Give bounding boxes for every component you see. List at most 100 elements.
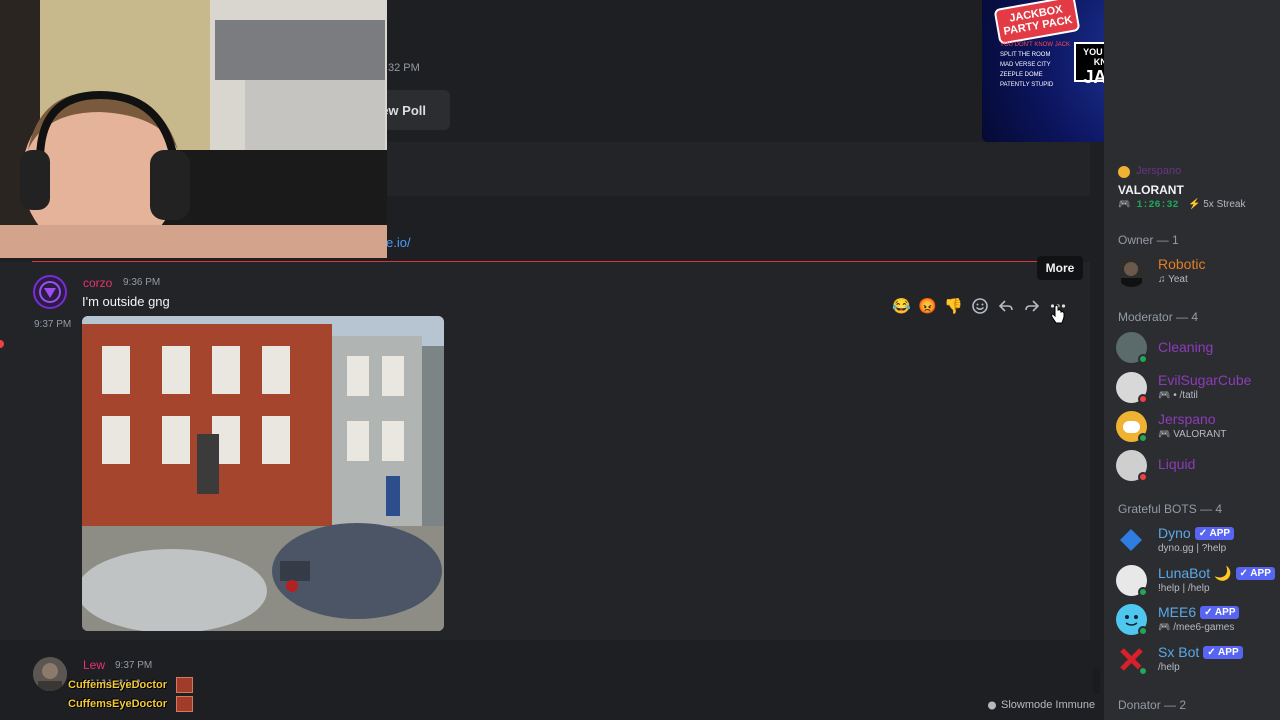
role-header: Moderator — 4 xyxy=(1118,310,1199,324)
forward-icon[interactable] xyxy=(1021,296,1042,317)
more-tooltip: More xyxy=(1037,256,1083,280)
member-item-jerspano-top[interactable]: Jerspano VALORANT 🎮 1:26:32 ⚡ 5x Streak xyxy=(1116,164,1280,214)
status-online-icon xyxy=(1138,626,1148,636)
app-badge-label: APP xyxy=(1214,607,1236,618)
member-item-jerspano[interactable]: Jerspano 🎮 VALORANT xyxy=(1116,409,1280,445)
overlay-badge-icon xyxy=(176,677,193,693)
app-badge-label: APP xyxy=(1209,528,1231,539)
member-sub: !help | /help xyxy=(1158,583,1210,594)
member-name: EvilSugarCube xyxy=(1158,372,1252,388)
member-item-liquid[interactable]: Liquid xyxy=(1116,448,1280,484)
member-sub: /help xyxy=(1158,662,1180,673)
stream-overlay-name: CuffemsEyeDoctor xyxy=(68,698,168,710)
avatar xyxy=(1116,256,1147,287)
avatar xyxy=(1116,525,1147,556)
member-name-text: Dyno xyxy=(1158,525,1191,541)
app-badge: ✓ APP xyxy=(1235,567,1275,580)
member-name: MEE6 ✓ APP xyxy=(1158,604,1240,620)
member-status-text: 🎮 • /tatil xyxy=(1158,390,1198,401)
avatar[interactable] xyxy=(33,275,67,309)
member-name: Jerspano xyxy=(1136,165,1182,177)
game-list-item: PATENTLY STUPID xyxy=(1000,82,1054,88)
streak-label: ⚡ 5x Streak xyxy=(1188,199,1246,210)
street-photo xyxy=(82,316,444,631)
message-timestamp: 9:37 PM xyxy=(115,660,153,671)
member-status-text: 🎮 VALORANT xyxy=(1158,429,1226,440)
overlay-badge-icon xyxy=(176,696,193,712)
member-item-sx-bot[interactable]: Sx Bot ✓ APP /help xyxy=(1116,642,1280,678)
member-name: Dyno ✓ APP xyxy=(1158,525,1235,541)
member-sub: • /tatil xyxy=(1173,390,1198,401)
app-badge-label: APP xyxy=(1218,647,1239,658)
stopwatch-icon xyxy=(988,701,996,710)
game-list-item: ZEEPLE DOME xyxy=(1000,72,1043,78)
joy-emoji-reaction-button[interactable]: 😂 xyxy=(891,296,912,317)
member-name-text: Sx Bot xyxy=(1158,644,1200,660)
slowmode-label: Slowmode Immune xyxy=(1001,699,1096,711)
member-activity: VALORANT xyxy=(1118,183,1184,197)
game-icon: 🎮 xyxy=(1158,429,1171,440)
role-header: Owner — 1 xyxy=(1118,233,1179,247)
chat-scrollbar[interactable] xyxy=(1093,668,1100,694)
member-sub: /mee6-games xyxy=(1173,622,1235,633)
thumbs-down-reaction-button[interactable]: 👎 xyxy=(943,296,964,317)
add-reaction-icon[interactable] xyxy=(969,296,990,317)
avatar-photo xyxy=(33,657,67,691)
status-dnd-icon xyxy=(1138,472,1148,482)
status-online-icon xyxy=(1138,587,1148,597)
member-name-text: LunaBot xyxy=(1158,565,1211,581)
avatar[interactable] xyxy=(33,657,67,691)
member-name-text: MEE6 xyxy=(1158,604,1197,620)
member-name: Sx Bot ✓ APP xyxy=(1158,644,1243,660)
member-item-evilsugarcube[interactable]: EvilSugarCube 🎮 • /tatil xyxy=(1116,370,1280,406)
status-online-icon xyxy=(1138,433,1148,443)
slowmode-indicator: Slowmode Immune xyxy=(987,699,1095,711)
member-name: Liquid xyxy=(1158,456,1196,472)
member-name: LunaBot 🌙 ✓ APP xyxy=(1158,565,1275,582)
moon-icon: 🌙 xyxy=(1214,565,1232,581)
image-attachment[interactable] xyxy=(82,316,444,631)
message-action-bar: 😂 😡 👎 xyxy=(887,292,1073,320)
avatar-logo-icon xyxy=(39,281,61,303)
member-sub: dyno.gg | ?help xyxy=(1158,543,1227,554)
activity-timer: 🎮 1:26:32 xyxy=(1118,200,1179,211)
game-logo: JACKBOX PARTY PACK xyxy=(993,0,1081,45)
rage-emoji-reaction-button[interactable]: 😡 xyxy=(917,296,938,317)
message-username[interactable]: Lew xyxy=(83,658,105,672)
member-item-mee6[interactable]: MEE6 ✓ APP 🎮 /mee6-games xyxy=(1116,602,1280,638)
message-text: I'm outside gng xyxy=(82,294,170,309)
member-item-dyno[interactable]: Dyno ✓ APP dyno.gg | ?help xyxy=(1116,523,1280,559)
game-icon: 🎮 xyxy=(1158,390,1171,401)
role-header: Donator — 2 xyxy=(1118,698,1187,712)
game-list-item: YOU DON'T KNOW JACK xyxy=(1000,42,1071,48)
member-name: Cleaning xyxy=(1158,339,1214,355)
member-name: Jerspano xyxy=(1158,411,1216,427)
role-header: Grateful BOTS — 4 xyxy=(1118,502,1223,516)
message-timestamp: 9:37 PM xyxy=(34,319,72,330)
member-status-text: ♫ Yeat xyxy=(1158,274,1188,285)
member-item-lunabot[interactable]: LunaBot 🌙 ✓ APP !help | /help xyxy=(1116,563,1280,599)
webcam-feed xyxy=(0,0,387,258)
message-link[interactable]: e.io/ xyxy=(386,235,411,250)
app-badge: ✓ APP xyxy=(1194,527,1235,540)
status-icon xyxy=(1118,166,1130,178)
member-list: Jerspano VALORANT 🎮 1:26:32 ⚡ 5x Streak … xyxy=(1104,0,1280,720)
game-list: YOU DON'T KNOW JACK SPLIT THE ROOM MAD V… xyxy=(1000,40,1070,90)
member-status-text: 🎮 /mee6-games xyxy=(1158,622,1235,633)
member-item-robotic[interactable]: Robotic ♫ Yeat xyxy=(1116,254,1280,290)
streak-value: 5x Streak xyxy=(1203,199,1246,210)
member-item-cleaning[interactable]: Cleaning xyxy=(1116,330,1280,366)
member-sub: Yeat xyxy=(1168,274,1188,285)
app-badge-label: APP xyxy=(1250,568,1271,579)
message-timestamp: 9:36 PM xyxy=(123,277,161,288)
app-badge: ✓ APP xyxy=(1203,646,1243,659)
game-list-item: MAD VERSE CITY xyxy=(1000,62,1051,68)
stream-overlay-name: CuffemsEyeDoctor xyxy=(68,679,168,691)
status-online-icon xyxy=(1138,666,1148,676)
reply-icon[interactable] xyxy=(995,296,1016,317)
message-timestamp: 32 PM xyxy=(388,62,420,74)
message-username[interactable]: corzo xyxy=(83,276,112,290)
status-online-icon xyxy=(1138,354,1148,364)
timer-value: 1:26:32 xyxy=(1136,200,1179,211)
member-name: Robotic xyxy=(1158,256,1206,272)
